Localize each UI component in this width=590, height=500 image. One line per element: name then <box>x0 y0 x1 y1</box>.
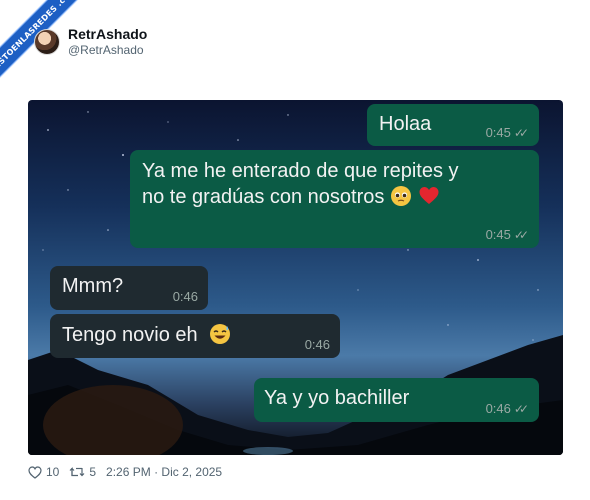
message-text: Mmm? <box>62 275 124 297</box>
user-handle[interactable]: @RetrAshado <box>68 43 147 58</box>
double-check-icon: ✓✓ <box>513 228 529 242</box>
message-bubble-incoming[interactable]: Mmm? 0:46 <box>50 266 208 310</box>
double-check-icon: ✓✓ <box>513 126 529 140</box>
retweet-count: 5 <box>89 465 97 479</box>
tweet-timestamp-link[interactable]: 2:26 PM · Dic 2, 2025 <box>106 465 222 479</box>
red-heart-emoji-icon <box>419 187 439 204</box>
message-text: Ya y yo bachiller <box>264 387 410 409</box>
tweet-header: RetrAshado @RetrAshado <box>34 22 147 62</box>
retweet-icon <box>69 467 85 477</box>
message-text-line: Ya me he enterado de que repites y <box>142 160 459 182</box>
message-text: Holaa <box>379 113 432 135</box>
message-time: 0:46 ✓✓ <box>486 402 529 417</box>
tweet-footer: 10 5 2:26 PM · Dic 2, 2025 <box>28 463 232 481</box>
chat-screenshot-image: Holaa 0:45 ✓✓ Ya me he enterado de que r… <box>28 100 563 455</box>
heart-icon <box>28 465 42 479</box>
avatar[interactable] <box>34 29 60 55</box>
like-count: 10 <box>46 465 60 479</box>
message-bubble-outgoing[interactable]: Ya me he enterado de que repites y no te… <box>130 150 539 248</box>
pleading-face-emoji-icon <box>390 186 411 206</box>
tweet-timestamp: 2:26 PM · Dic 2, 2025 <box>106 465 223 479</box>
message-time: 0:46 <box>172 289 198 304</box>
message-time: 0:46 <box>304 337 330 352</box>
message-text-line: no te gradúas con nosotros <box>142 184 529 210</box>
sweat-smile-emoji-icon <box>210 324 231 344</box>
message-text: Tengo novio eh <box>62 324 198 346</box>
retweet-button[interactable]: 5 <box>69 465 96 479</box>
message-bubble-outgoing[interactable]: Holaa 0:45 ✓✓ <box>367 104 539 146</box>
like-button[interactable]: 10 <box>28 465 59 479</box>
display-name[interactable]: RetrAshado <box>68 26 147 43</box>
double-check-icon: ✓✓ <box>513 402 529 416</box>
message-bubble-incoming[interactable]: Tengo novio eh 0:46 <box>50 314 340 358</box>
message-time: 0:45 ✓✓ <box>486 126 529 141</box>
message-time: 0:45 ✓✓ <box>486 228 529 243</box>
message-bubble-outgoing[interactable]: Ya y yo bachiller 0:46 ✓✓ <box>254 378 539 422</box>
author-names: RetrAshado @RetrAshado <box>68 26 147 58</box>
